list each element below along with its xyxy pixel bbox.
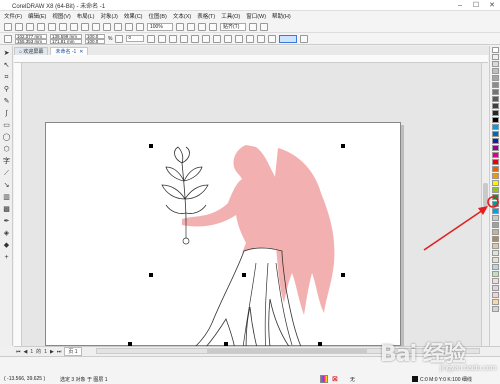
page-tab[interactable]: 页 1 — [64, 347, 82, 356]
red-highlight-circle — [487, 196, 499, 208]
selection-info: 选定 3 对象 于 图层 1 — [60, 377, 108, 383]
red-arrow-annotation — [423, 209, 484, 251]
first-page-icon[interactable]: ⏮ — [16, 349, 21, 355]
horizontal-scroll-thumb[interactable] — [207, 349, 367, 353]
page-current: 1 — [30, 348, 34, 355]
outline-value: 无 — [350, 377, 356, 383]
annotation-overlay — [423, 196, 499, 251]
page-of: 的 — [36, 349, 42, 355]
red-arrow-head — [478, 206, 488, 215]
color-proof-icon[interactable] — [320, 375, 328, 383]
fill-info: C:0 M:0 Y:0 K:100 细线 — [420, 377, 472, 383]
next-page-icon[interactable]: ▶ — [50, 349, 54, 355]
baidu-watermark-site: jingyan.baidu.com — [440, 365, 497, 372]
fill-swatch[interactable] — [412, 376, 418, 382]
last-page-icon[interactable]: ⏭ — [57, 349, 62, 355]
no-fill-icon: ⊠ — [332, 376, 338, 383]
app-window: CorelDRAW X8 (64-Bit) - 未命名 -1 – ☐ ✕ 文件(… — [0, 0, 500, 384]
cursor-coordinates: ( -13.566, 39.625 ) — [4, 376, 46, 382]
prev-page-icon[interactable]: ◀ — [24, 349, 28, 355]
page-total: 1 — [44, 348, 47, 355]
baidu-watermark-logo: Bai 经验 — [380, 342, 466, 367]
